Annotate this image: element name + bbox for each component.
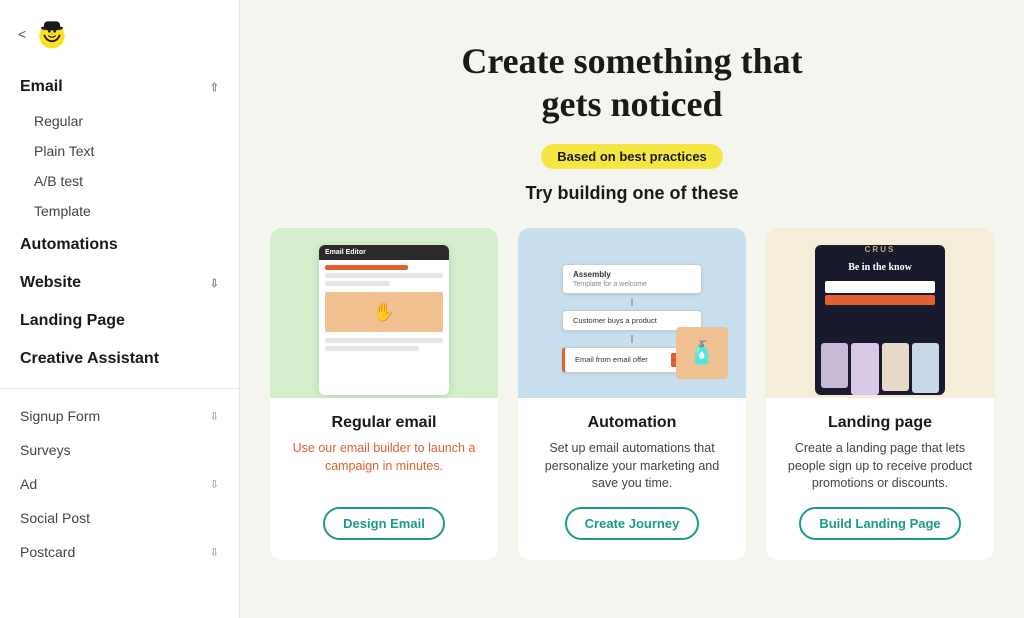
card-image-email: Email Editor ✋	[270, 228, 498, 398]
card-automation: AssemblyTemplate for a welcome Customer …	[518, 228, 746, 560]
sidebar-logo-area: <	[0, 0, 239, 68]
landing-btn-illus	[825, 295, 935, 305]
email-section: Email ⇧ Regular Plain Text A/B test Temp…	[0, 68, 239, 226]
email-illus-img: ✋	[325, 292, 443, 332]
try-building-subtitle: Try building one of these	[525, 183, 738, 204]
badge-row: Based on best practices	[541, 144, 723, 169]
auto-connector-2	[631, 335, 633, 343]
email-illus-body: ✋	[319, 260, 449, 395]
sidebar-sub-item-template[interactable]: Template	[0, 196, 239, 226]
chevron-down-icon: ⇩	[210, 277, 219, 290]
sidebar-sub-item-regular[interactable]: Regular	[0, 106, 239, 136]
landing-input-illus	[825, 281, 935, 293]
card-image-landing: CRUS Be in the know	[766, 228, 994, 398]
sidebar-item-website[interactable]: Website ⇩	[0, 264, 239, 302]
landing-illustration: CRUS Be in the know	[815, 245, 945, 395]
card-title-landing: Landing page	[828, 414, 932, 432]
auto-product-img: 🧴	[676, 327, 728, 379]
build-landing-page-button[interactable]: Build Landing Page	[799, 507, 960, 540]
chevron-down-icon-3: ⇩	[210, 478, 219, 491]
card-desc-landing: Create a landing page that lets people s…	[782, 440, 978, 493]
automation-illustration: AssemblyTemplate for a welcome Customer …	[518, 236, 746, 391]
landing-product-3	[882, 343, 909, 391]
landing-product-1	[821, 343, 848, 388]
email-illus-line-4	[325, 346, 419, 351]
email-illus-line-3	[325, 338, 443, 343]
main-content: Create something thatgets noticed Based …	[240, 0, 1024, 618]
card-body-email: Regular email Use our email builder to l…	[270, 398, 498, 540]
landing-headline: Be in the know	[815, 254, 945, 277]
mailchimp-logo	[34, 16, 70, 52]
sidebar-item-postcard[interactable]: Postcard ⇩	[0, 535, 239, 569]
email-illus-line-1	[325, 273, 443, 278]
sidebar-item-email[interactable]: Email ⇧	[0, 68, 239, 106]
best-practices-badge: Based on best practices	[541, 144, 723, 169]
landing-brand: CRUS	[815, 245, 945, 254]
email-illus-line-2	[325, 281, 390, 286]
sidebar-item-signup-form[interactable]: Signup Form ⇩	[0, 399, 239, 433]
card-title-automation: Automation	[588, 414, 677, 432]
card-landing-page: CRUS Be in the know Landing page Create …	[766, 228, 994, 560]
sidebar-item-social-post[interactable]: Social Post	[0, 501, 239, 535]
landing-product-2	[851, 343, 878, 395]
sidebar-item-ad[interactable]: Ad ⇩	[0, 467, 239, 501]
card-regular-email: Email Editor ✋ Regular email Use our ema…	[270, 228, 498, 560]
cards-row: Email Editor ✋ Regular email Use our ema…	[270, 228, 994, 560]
card-body-automation: Automation Set up email automations that…	[518, 398, 746, 540]
sidebar-divider	[0, 388, 239, 389]
email-illus-line-accent	[325, 265, 408, 270]
chevron-down-icon-2: ⇩	[210, 410, 219, 423]
sidebar-item-creative-assistant[interactable]: Creative Assistant	[0, 340, 239, 378]
card-desc-automation: Set up email automations that personaliz…	[534, 440, 730, 493]
sidebar-sub-item-plain-text[interactable]: Plain Text	[0, 136, 239, 166]
page-title: Create something thatgets noticed	[461, 40, 802, 126]
create-journey-button[interactable]: Create Journey	[565, 507, 700, 540]
chevron-up-icon: ⇧	[210, 81, 219, 94]
landing-products	[815, 337, 945, 395]
sidebar-item-automations[interactable]: Automations	[0, 226, 239, 264]
card-title-email: Regular email	[332, 414, 437, 432]
back-arrow-icon[interactable]: <	[18, 26, 26, 42]
landing-product-4	[912, 343, 939, 393]
card-body-landing: Landing page Create a landing page that …	[766, 398, 994, 540]
sidebar-item-surveys[interactable]: Surveys	[0, 433, 239, 467]
sidebar-sub-item-ab-test[interactable]: A/B test	[0, 166, 239, 196]
email-illus-header: Email Editor	[319, 245, 449, 260]
email-illustration: Email Editor ✋	[319, 245, 449, 395]
chevron-down-icon-4: ⇩	[210, 546, 219, 559]
card-image-automation: AssemblyTemplate for a welcome Customer …	[518, 228, 746, 398]
auto-connector-1	[631, 298, 633, 306]
sidebar-item-landing-page[interactable]: Landing Page	[0, 302, 239, 340]
card-desc-email: Use our email builder to launch a campai…	[286, 440, 482, 475]
auto-box-1: AssemblyTemplate for a welcome	[562, 264, 702, 294]
sidebar: < Email ⇧ Regular	[0, 0, 240, 618]
design-email-button[interactable]: Design Email	[323, 507, 445, 540]
